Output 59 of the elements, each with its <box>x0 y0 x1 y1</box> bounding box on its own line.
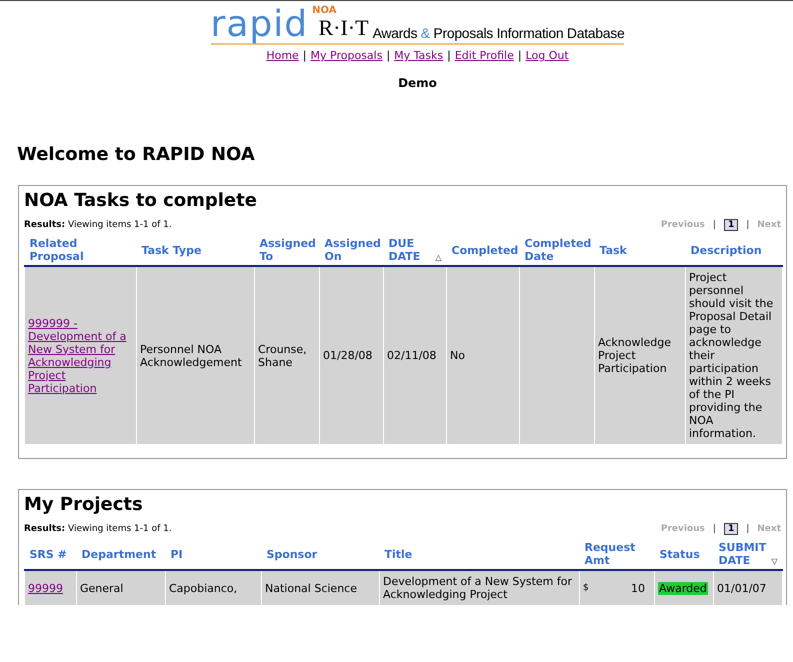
column-header[interactable]: Assigned On <box>324 237 381 263</box>
results-text: Results: Viewing items 1-1 of 1. <box>24 220 172 230</box>
nav-link[interactable]: Home <box>266 49 299 62</box>
page-number[interactable]: 1 <box>724 219 738 231</box>
nav-link[interactable]: Edit Profile <box>454 49 514 62</box>
cell-text: No <box>450 349 465 362</box>
page-number[interactable]: 1 <box>724 523 738 535</box>
logo-rapid: rapid <box>210 9 308 41</box>
column-header[interactable]: SUBMIT DATE <box>718 541 768 567</box>
cell-text: 01/28/08 <box>323 349 372 362</box>
column-header[interactable]: Request Amt <box>584 541 650 567</box>
sort-indicator[interactable]: △ <box>435 252 442 263</box>
cell-text: Development of a New System for Acknowledging Project <box>383 575 572 601</box>
panel-title: NOA Tasks to complete <box>24 190 258 211</box>
nav-link[interactable]: My Proposals <box>310 49 382 62</box>
column-header[interactable]: Task <box>600 244 627 256</box>
cell-text: General <box>80 582 124 594</box>
page-heading: Welcome to RAPID NOA <box>17 144 256 165</box>
nav-separator: | <box>386 49 390 62</box>
pager-separator: | <box>746 220 750 230</box>
amount-text: 10 <box>631 582 645 594</box>
cell-text: Acknowledge Project Participation <box>598 336 672 375</box>
column-header[interactable]: Assigned To <box>260 237 316 263</box>
pager-separator: | <box>746 524 750 534</box>
site-title: Awards & Proposals Information Database <box>372 25 624 41</box>
currency-sign: $ <box>583 582 589 594</box>
cell-text: Project personnel should visit the Proposal Detail page to acknowledge their participation within 2 weeks of the PI providing the NOA information. <box>689 271 774 440</box>
column-header[interactable]: Completed <box>452 244 518 256</box>
column-header[interactable]: Description <box>690 244 762 256</box>
nav-separator: | <box>302 49 307 62</box>
nav-separator: | <box>518 49 522 62</box>
pager-separator: | <box>712 524 716 534</box>
cell-text: 02/11/08 <box>387 349 436 362</box>
status-badge: Awarded <box>658 582 708 594</box>
panel-title: My Projects <box>24 494 144 515</box>
column-header[interactable]: DUE DATE <box>388 237 432 263</box>
column-header[interactable]: Task Type <box>142 244 202 256</box>
cell-text: 01/01/07 <box>717 582 766 594</box>
cell-text: Personnel NOA Acknowledgement <box>140 342 242 368</box>
column-header[interactable]: Department <box>82 548 156 560</box>
nav-link[interactable]: My Tasks <box>394 49 444 62</box>
column-header[interactable]: PI <box>170 548 183 560</box>
column-header[interactable]: Status <box>660 548 700 560</box>
column-header[interactable]: Title <box>384 548 412 560</box>
pager-separator: | <box>712 220 716 230</box>
logo-noa: NOA <box>312 5 336 16</box>
nav-link[interactable]: Log Out <box>526 49 569 62</box>
sort-indicator[interactable]: ▽ <box>771 556 778 567</box>
cell-text: Crounse, Shane <box>258 342 307 368</box>
column-header[interactable]: SRS # <box>30 548 67 560</box>
column-header[interactable]: Related Proposal <box>30 237 132 263</box>
cell-text: National Science <box>265 582 357 594</box>
column-header[interactable]: Sponsor <box>266 548 318 560</box>
user-name: Demo <box>398 76 437 90</box>
cell-text: Capobianco, <box>169 582 238 594</box>
column-header[interactable]: Completed Date <box>524 237 592 263</box>
logo-rit: R·I·T <box>318 15 369 41</box>
nav-separator: | <box>447 49 451 62</box>
results-text: Results: Viewing items 1-1 of 1. <box>24 524 172 534</box>
